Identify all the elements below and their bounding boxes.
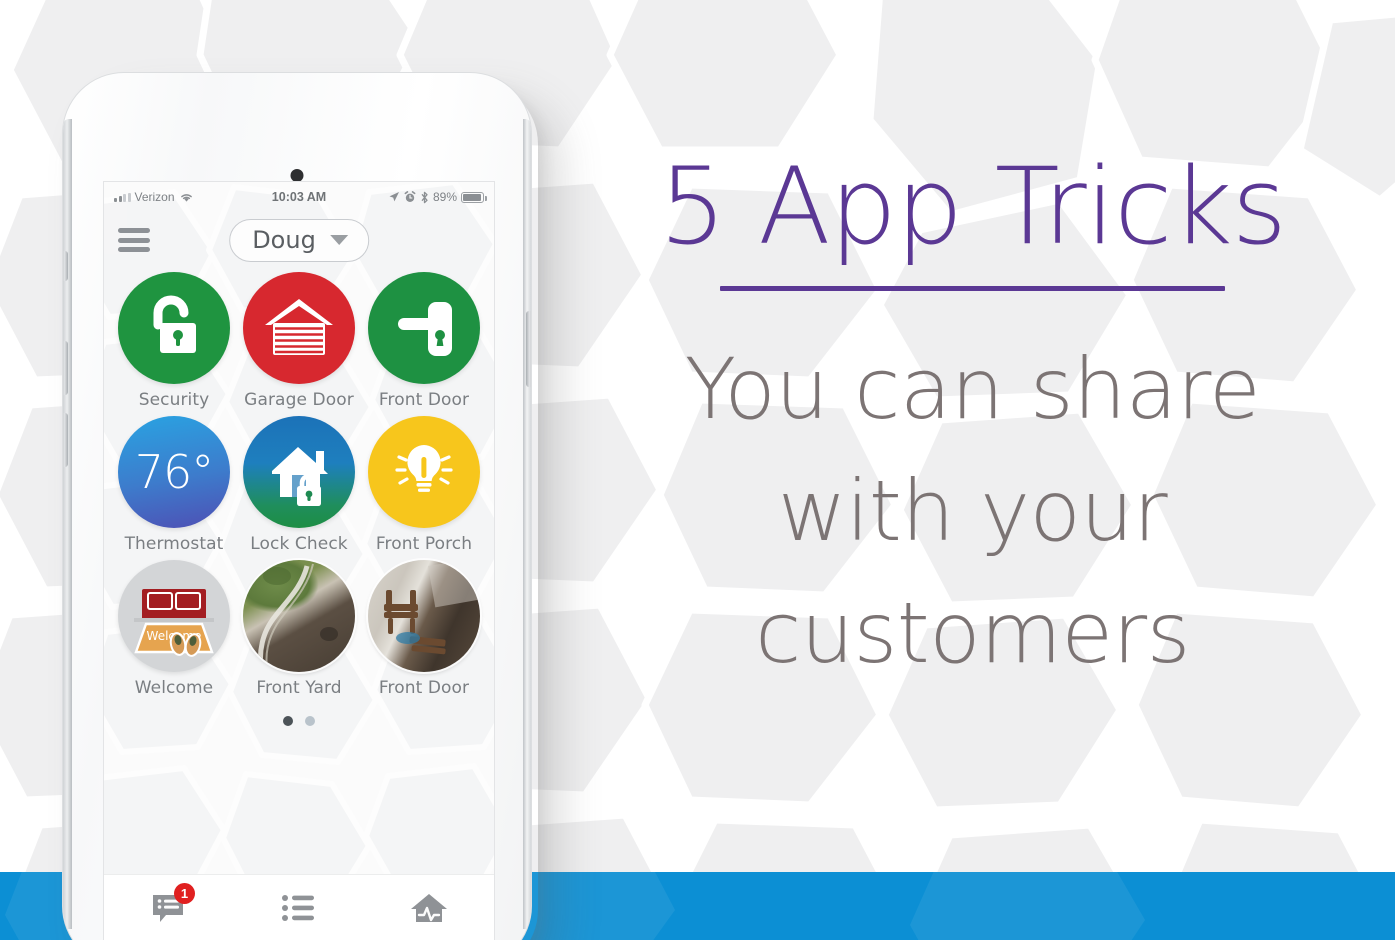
phone-right-rim bbox=[523, 119, 531, 929]
tile-welcome[interactable]: Welcome Welcome bbox=[118, 560, 230, 698]
promo-text-panel: 5 App Tricks You can share with your cus… bbox=[585, 145, 1360, 695]
tile-thermostat[interactable]: 76° Thermostat bbox=[118, 416, 230, 554]
dashboard-tile-grid: Security Garage Door Front Door 76° Ther… bbox=[104, 268, 494, 698]
page-dot-1[interactable] bbox=[283, 716, 293, 726]
tile-label: Front Porch bbox=[375, 534, 473, 554]
page-indicator-dots[interactable] bbox=[104, 716, 494, 726]
camera-thumbnail-yard bbox=[243, 560, 355, 672]
activity-list-tab[interactable] bbox=[253, 885, 345, 931]
tile-label: Garage Door bbox=[244, 390, 354, 410]
location-arrow-icon bbox=[389, 192, 399, 202]
house-padlock-icon bbox=[243, 416, 355, 528]
light-bulb-icon bbox=[368, 416, 480, 528]
account-selector-dropdown[interactable]: Doug bbox=[229, 218, 369, 262]
tile-label: Front Door bbox=[378, 678, 470, 698]
volume-up-button[interactable] bbox=[63, 341, 68, 395]
page-title: 5 App Tricks bbox=[658, 145, 1287, 268]
alarm-clock-icon bbox=[404, 191, 416, 202]
tile-row: Welcome Welcome bbox=[118, 560, 480, 698]
tile-row: 76° Thermostat Lock Check Front Porch bbox=[118, 416, 480, 554]
volume-down-button[interactable] bbox=[63, 413, 68, 467]
bullet-list-icon bbox=[282, 894, 314, 921]
house-pulse-icon bbox=[411, 893, 447, 922]
messages-tab[interactable]: 1 bbox=[123, 882, 215, 931]
tile-row: Security Garage Door Front Door bbox=[118, 272, 480, 410]
welcome-mat-icon: Welcome bbox=[118, 560, 230, 672]
thermostat-temperature: 76° bbox=[134, 445, 215, 499]
signal-bars-icon bbox=[114, 192, 131, 202]
tile-label: Front Door bbox=[378, 390, 470, 410]
battery-icon bbox=[461, 191, 487, 203]
phone-body: Verizon 10:03 AM 89% Doug Security Garag… bbox=[62, 72, 532, 940]
messages-badge-count: 1 bbox=[174, 882, 195, 904]
home-status-tab[interactable] bbox=[383, 885, 475, 931]
page-dot-2[interactable] bbox=[305, 716, 315, 726]
tile-lock-check[interactable]: Lock Check bbox=[243, 416, 355, 554]
tile-garage-door[interactable]: Garage Door bbox=[243, 272, 355, 410]
subheading-line-3: customers bbox=[755, 584, 1190, 683]
tile-front-door[interactable]: Front Door bbox=[368, 272, 480, 410]
tile-front-yard-camera[interactable]: Front Yard bbox=[243, 560, 355, 698]
account-name-label: Doug bbox=[252, 225, 316, 254]
tile-front-porch[interactable]: Front Porch bbox=[368, 416, 480, 554]
tile-label: Front Yard bbox=[256, 678, 342, 698]
subheading-line-2: with your bbox=[777, 462, 1168, 561]
subheading-line-1: You can share bbox=[684, 340, 1261, 439]
door-lock-handle-icon bbox=[368, 272, 480, 384]
title-divider-rule bbox=[720, 286, 1225, 292]
tile-label: Security bbox=[138, 390, 210, 410]
tile-label: Welcome bbox=[134, 678, 214, 698]
tile-label: Thermostat bbox=[124, 534, 224, 554]
hamburger-menu-icon[interactable] bbox=[118, 228, 150, 252]
app-header-bar: Doug bbox=[104, 212, 494, 268]
smartphone-mockup: Verizon 10:03 AM 89% Doug Security Garag… bbox=[62, 72, 538, 940]
phone-left-rim bbox=[63, 119, 72, 929]
tile-front-door-camera[interactable]: Front Door bbox=[368, 560, 480, 698]
mute-switch-button[interactable] bbox=[63, 251, 68, 281]
tile-label: Lock Check bbox=[250, 534, 348, 554]
phone-screen: Verizon 10:03 AM 89% Doug Security Garag… bbox=[103, 181, 495, 940]
thermostat-icon: 76° bbox=[118, 416, 230, 528]
ios-status-bar: Verizon 10:03 AM 89% bbox=[104, 182, 494, 212]
promo-subheading: You can share with your customers bbox=[585, 329, 1360, 694]
wifi-icon bbox=[180, 194, 192, 202]
unlocked-padlock-icon bbox=[118, 272, 230, 384]
power-button[interactable] bbox=[526, 311, 531, 387]
carrier-label: Verizon bbox=[134, 190, 175, 204]
garage-door-icon bbox=[243, 272, 355, 384]
bottom-tab-bar: 1 bbox=[104, 874, 494, 940]
status-time: 10:03 AM bbox=[271, 190, 327, 204]
battery-percent-label: 89% bbox=[432, 190, 458, 204]
bluetooth-icon bbox=[421, 191, 428, 203]
camera-thumbnail-patio bbox=[368, 560, 480, 672]
tile-security[interactable]: Security bbox=[118, 272, 230, 410]
chevron-down-icon bbox=[329, 234, 348, 245]
